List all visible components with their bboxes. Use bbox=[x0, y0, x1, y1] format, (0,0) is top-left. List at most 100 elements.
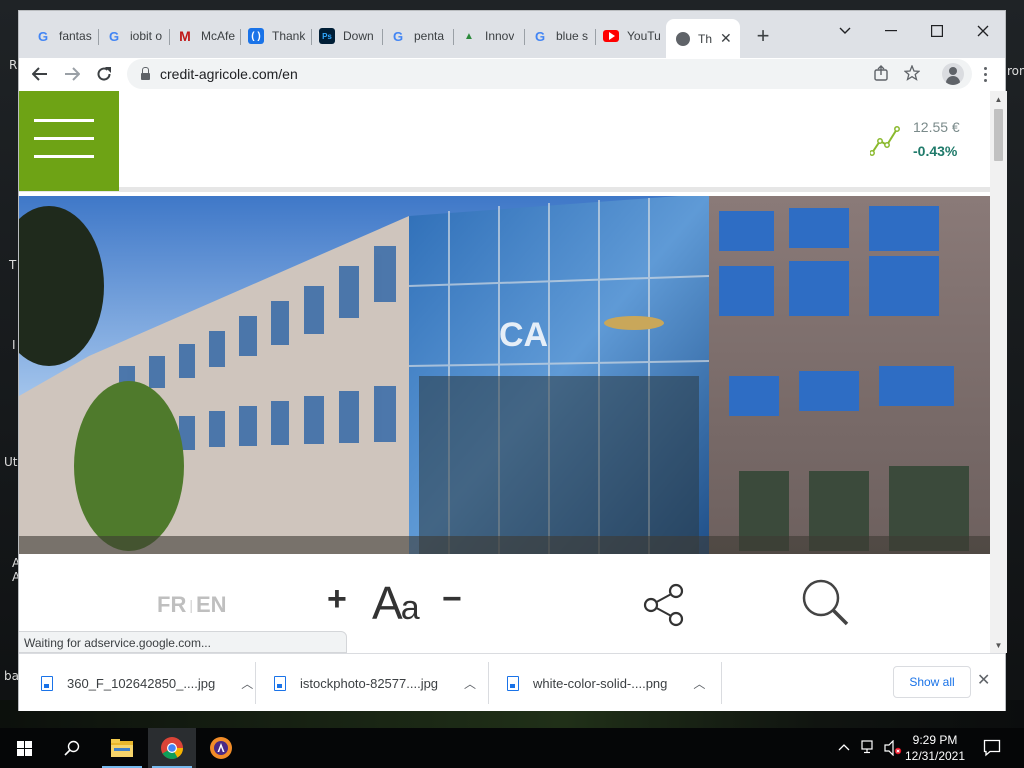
desktop-icon-label[interactable]: R bbox=[9, 58, 17, 72]
desktop-icon-label[interactable]: I bbox=[12, 338, 16, 352]
lock-icon[interactable] bbox=[141, 66, 150, 80]
tab[interactable]: ▲ Innov bbox=[461, 22, 519, 50]
tab-separator bbox=[98, 29, 99, 45]
chevron-up-icon[interactable]: ︿ bbox=[241, 675, 253, 692]
show-all-button[interactable]: Show all bbox=[893, 666, 971, 698]
share-icon[interactable] bbox=[641, 582, 687, 628]
search-taskbar-button[interactable] bbox=[48, 728, 96, 768]
windows-logo-icon bbox=[16, 740, 32, 756]
building-photo: CA bbox=[19, 196, 990, 554]
reload-button[interactable] bbox=[91, 61, 117, 87]
share-page-icon[interactable] bbox=[870, 62, 892, 84]
mcafee-icon: M bbox=[179, 28, 191, 44]
tab[interactable]: YouTu bbox=[603, 22, 663, 50]
language-switcher: FR | EN bbox=[157, 592, 227, 618]
tab[interactable]: G fantas bbox=[35, 22, 93, 50]
font-decrease-button[interactable]: − bbox=[442, 580, 462, 619]
download-filename: istockphoto-82577....jpg bbox=[300, 675, 439, 691]
notifications-icon[interactable] bbox=[983, 739, 1001, 760]
desktop-icon-label[interactable]: ba bbox=[4, 669, 19, 683]
tab[interactable]: G blue s bbox=[532, 22, 590, 50]
site-header: 12.55 € -0.43% bbox=[19, 91, 990, 192]
tab-separator bbox=[595, 29, 596, 45]
system-clock[interactable]: 9:29 PM 12/31/2021 bbox=[903, 732, 967, 764]
hamburger-menu-button[interactable] bbox=[19, 91, 119, 191]
network-icon[interactable] bbox=[861, 740, 877, 757]
download-separator bbox=[255, 662, 256, 704]
url-text[interactable]: credit-agricole.com/en bbox=[160, 66, 298, 82]
chrome-taskbar-button[interactable] bbox=[148, 728, 196, 768]
language-en-link[interactable]: EN bbox=[196, 592, 227, 617]
scroll-thumb[interactable] bbox=[994, 109, 1003, 161]
language-fr-link[interactable]: FR bbox=[157, 592, 186, 617]
youtube-icon bbox=[603, 30, 619, 42]
file-explorer-button[interactable] bbox=[98, 728, 146, 768]
close-window-button[interactable] bbox=[963, 17, 1003, 45]
tab-label: Down bbox=[343, 29, 374, 43]
download-item[interactable]: 360_F_102642850_....jpg ︿ bbox=[41, 654, 253, 712]
tab-close-icon[interactable]: ✕ bbox=[720, 30, 732, 47]
hamburger-line bbox=[34, 137, 94, 140]
tab-separator bbox=[524, 29, 525, 45]
google-icon: G bbox=[108, 28, 120, 44]
search-icon[interactable] bbox=[799, 576, 851, 628]
innovation-icon: ▲ bbox=[464, 30, 474, 42]
menu-dots-icon[interactable] bbox=[977, 62, 993, 86]
tab[interactable]: G penta bbox=[390, 22, 448, 50]
font-increase-button[interactable]: + bbox=[327, 580, 347, 619]
tab-label: blue s bbox=[556, 29, 589, 43]
download-item[interactable]: istockphoto-82577....jpg ︿ bbox=[274, 654, 476, 712]
font-size-letter-small: a bbox=[400, 589, 420, 627]
forward-button[interactable] bbox=[59, 61, 85, 87]
image-file-icon bbox=[507, 675, 519, 691]
scroll-down-arrow-icon[interactable]: ▼ bbox=[990, 641, 1007, 651]
tab[interactable]: M McAfe bbox=[177, 22, 235, 50]
desktop-icon-label[interactable]: T bbox=[9, 258, 16, 272]
stock-chart-icon bbox=[870, 126, 900, 156]
search-taskbar-icon bbox=[64, 740, 80, 756]
tab[interactable]: ( ) Thank bbox=[248, 22, 306, 50]
profile-avatar-icon[interactable] bbox=[942, 63, 964, 85]
bookmark-star-icon[interactable] bbox=[901, 62, 923, 84]
google-icon: G bbox=[534, 28, 546, 44]
browser-toolbar: credit-agricole.com/en bbox=[19, 58, 1005, 91]
avast-browser-icon bbox=[210, 737, 232, 759]
avast-taskbar-button[interactable] bbox=[197, 728, 245, 768]
reload-icon bbox=[97, 67, 111, 81]
google-icon: G bbox=[392, 28, 404, 44]
tab-label: penta bbox=[414, 29, 445, 43]
tab-label: Th bbox=[698, 31, 713, 46]
tab-active[interactable]: Th ✕ bbox=[666, 19, 740, 58]
maximize-button[interactable] bbox=[917, 17, 957, 45]
tab-label: iobit o bbox=[130, 29, 163, 43]
image-file-icon bbox=[41, 675, 53, 691]
close-shelf-icon[interactable]: ✕ bbox=[977, 670, 990, 690]
start-button[interactable] bbox=[0, 728, 48, 768]
volume-muted-icon[interactable] bbox=[884, 739, 902, 759]
tab-separator bbox=[240, 29, 241, 45]
tab-search-chevron-icon[interactable] bbox=[825, 17, 865, 45]
folder-icon bbox=[111, 739, 133, 757]
tab-label: fantas bbox=[59, 29, 92, 43]
globe-icon bbox=[676, 31, 690, 46]
thanks-icon: ( ) bbox=[248, 28, 264, 44]
tab[interactable]: Ps Down bbox=[319, 22, 377, 50]
browser-window: G fantas G iobit o M McAfe ( ) Thank Ps … bbox=[18, 10, 1007, 711]
address-bar[interactable]: credit-agricole.com/en bbox=[127, 59, 972, 89]
download-item[interactable]: white-color-solid-....png ︿ bbox=[507, 654, 705, 712]
tab[interactable]: G iobit o bbox=[106, 22, 164, 50]
taskbar: 9:29 PM 12/31/2021 bbox=[0, 728, 1024, 768]
minimize-button[interactable] bbox=[871, 17, 911, 45]
scroll-up-arrow-icon[interactable]: ▲ bbox=[990, 95, 1007, 105]
chevron-up-icon[interactable]: ︿ bbox=[464, 675, 476, 692]
back-button[interactable] bbox=[27, 61, 53, 87]
download-shelf: 360_F_102642850_....jpg ︿ istockphoto-82… bbox=[19, 653, 1005, 711]
font-size-letter-big: A bbox=[372, 577, 403, 629]
chevron-up-icon[interactable]: ︿ bbox=[693, 675, 705, 692]
hamburger-line bbox=[34, 119, 94, 122]
tab-strip: G fantas G iobit o M McAfe ( ) Thank Ps … bbox=[19, 11, 1005, 58]
page-scrollbar[interactable]: ▲ ▼ bbox=[990, 91, 1007, 653]
show-hidden-icons-chevron[interactable] bbox=[838, 739, 850, 754]
page-viewport: 12.55 € -0.43% CA FR | EN + Aa − bbox=[19, 91, 990, 653]
new-tab-button[interactable]: + bbox=[750, 24, 776, 50]
